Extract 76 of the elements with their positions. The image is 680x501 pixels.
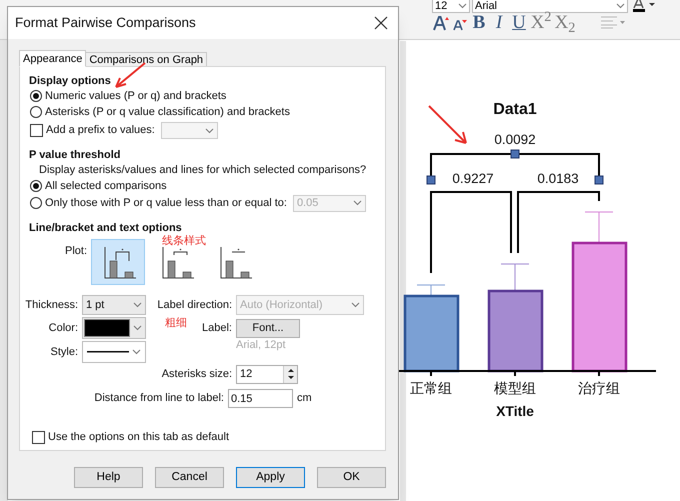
field-label: Asterisks size: bbox=[162, 367, 232, 382]
prompt-text: Display asterisks/values and lines for which selected comparisons? bbox=[39, 163, 368, 178]
font-button[interactable]: Font... bbox=[236, 318, 300, 338]
thickness-dropdown[interactable]: 1 pt bbox=[82, 295, 146, 315]
format-button[interactable]: X$_{2}$ bbox=[554, 13, 576, 33]
checkbox-label: Add a prefix to values: bbox=[46, 123, 155, 138]
error-bar bbox=[416, 284, 446, 296]
radio-label: Only those with P or q value less than or equal to: bbox=[45, 196, 287, 211]
dialog-button[interactable]: Help bbox=[74, 467, 143, 488]
dialog-button[interactable]: Apply bbox=[236, 467, 305, 488]
section-heading: Line/bracket and text options bbox=[29, 221, 183, 235]
font-name-dropdown[interactable]: Arial bbox=[472, 0, 628, 13]
chevron-down-icon bbox=[351, 302, 360, 308]
field-label: Style: bbox=[50, 344, 78, 360]
radio-button[interactable] bbox=[30, 197, 42, 209]
close-button[interactable] bbox=[374, 15, 390, 31]
annotation-text: 粗细 bbox=[165, 316, 187, 331]
chevron-down-icon bbox=[204, 128, 214, 134]
axis-label: 正常组 bbox=[410, 381, 452, 397]
window-title: Format Pairwise Comparisons bbox=[15, 14, 196, 32]
checkbox[interactable] bbox=[30, 124, 43, 137]
field-label: Label: bbox=[202, 320, 232, 336]
radio-button[interactable] bbox=[30, 180, 42, 192]
radio-label: Asterisks (P or q value classification) and brackets bbox=[45, 104, 290, 120]
format-button[interactable]: I bbox=[490, 13, 508, 33]
radio-button[interactable] bbox=[30, 90, 42, 102]
radio-label: Numeric values (P or q) and brackets bbox=[45, 88, 226, 104]
dialog-button[interactable]: OK bbox=[317, 467, 386, 488]
chevron-down-icon bbox=[133, 325, 142, 331]
p-value-label: 0.0092 bbox=[494, 132, 536, 147]
radio-button[interactable] bbox=[30, 106, 42, 118]
chevron-down-icon bbox=[132, 349, 141, 355]
radio-label: All selected comparisons bbox=[45, 178, 167, 194]
field-label: Distance from line to label: bbox=[93, 391, 225, 406]
axis-title: XTitle bbox=[496, 403, 534, 419]
error-bar bbox=[500, 264, 530, 292]
chart-title: Data1 bbox=[493, 101, 537, 118]
tab[interactable]: Comparisons on Graph bbox=[86, 52, 208, 67]
axis-label: 模型组 bbox=[494, 381, 536, 397]
field-label: Label direction: bbox=[157, 298, 232, 313]
distance-field[interactable]: 0.15 bbox=[228, 389, 293, 408]
p-value-label: 0.9227 bbox=[452, 171, 494, 186]
annotation-text: 线条样式 bbox=[162, 234, 206, 249]
error-bar bbox=[584, 212, 614, 244]
tab[interactable]: Appearance bbox=[19, 50, 86, 67]
selection-handle bbox=[426, 176, 436, 184]
section-heading: Display options bbox=[29, 74, 112, 88]
plot-style-option[interactable] bbox=[91, 239, 145, 285]
solid-line-icon bbox=[87, 351, 129, 353]
asterisks-size-spinner[interactable]: 12 bbox=[236, 365, 298, 384]
format-button[interactable]: U bbox=[510, 13, 528, 33]
field-label: Plot: bbox=[64, 244, 88, 259]
arrow bbox=[428, 105, 467, 144]
axis-label: 治疗组 bbox=[578, 381, 620, 397]
selection-handle bbox=[594, 176, 604, 184]
color-picker[interactable] bbox=[82, 317, 146, 339]
checkbox[interactable] bbox=[32, 430, 45, 444]
font-color-icon[interactable] bbox=[632, 0, 658, 12]
chevron-down-icon bbox=[458, 3, 467, 9]
font-size-dropdown[interactable]: 12 bbox=[432, 0, 470, 13]
section-heading: P value threshold bbox=[29, 148, 122, 162]
format-button[interactable]: X$^{2}$ bbox=[530, 13, 552, 33]
chevron-down-icon bbox=[133, 302, 142, 308]
dialog-button[interactable]: Cancel bbox=[155, 467, 224, 488]
field-label: Thickness: bbox=[25, 298, 78, 313]
chevron-down-icon bbox=[616, 3, 625, 9]
field-label: Color: bbox=[48, 320, 78, 336]
chevron-down-icon bbox=[352, 200, 362, 206]
font-info-text: Arial, 12pt bbox=[236, 338, 287, 353]
unit-label: cm bbox=[297, 391, 312, 406]
checkbox-label: Use the options on this tab as default bbox=[48, 430, 230, 445]
selection-handle bbox=[510, 150, 520, 158]
format-button[interactable]: B bbox=[470, 13, 488, 33]
line-style-dropdown[interactable] bbox=[82, 341, 146, 363]
grow-font-icon[interactable] bbox=[432, 15, 450, 31]
p-value-label: 0.0183 bbox=[537, 171, 579, 186]
